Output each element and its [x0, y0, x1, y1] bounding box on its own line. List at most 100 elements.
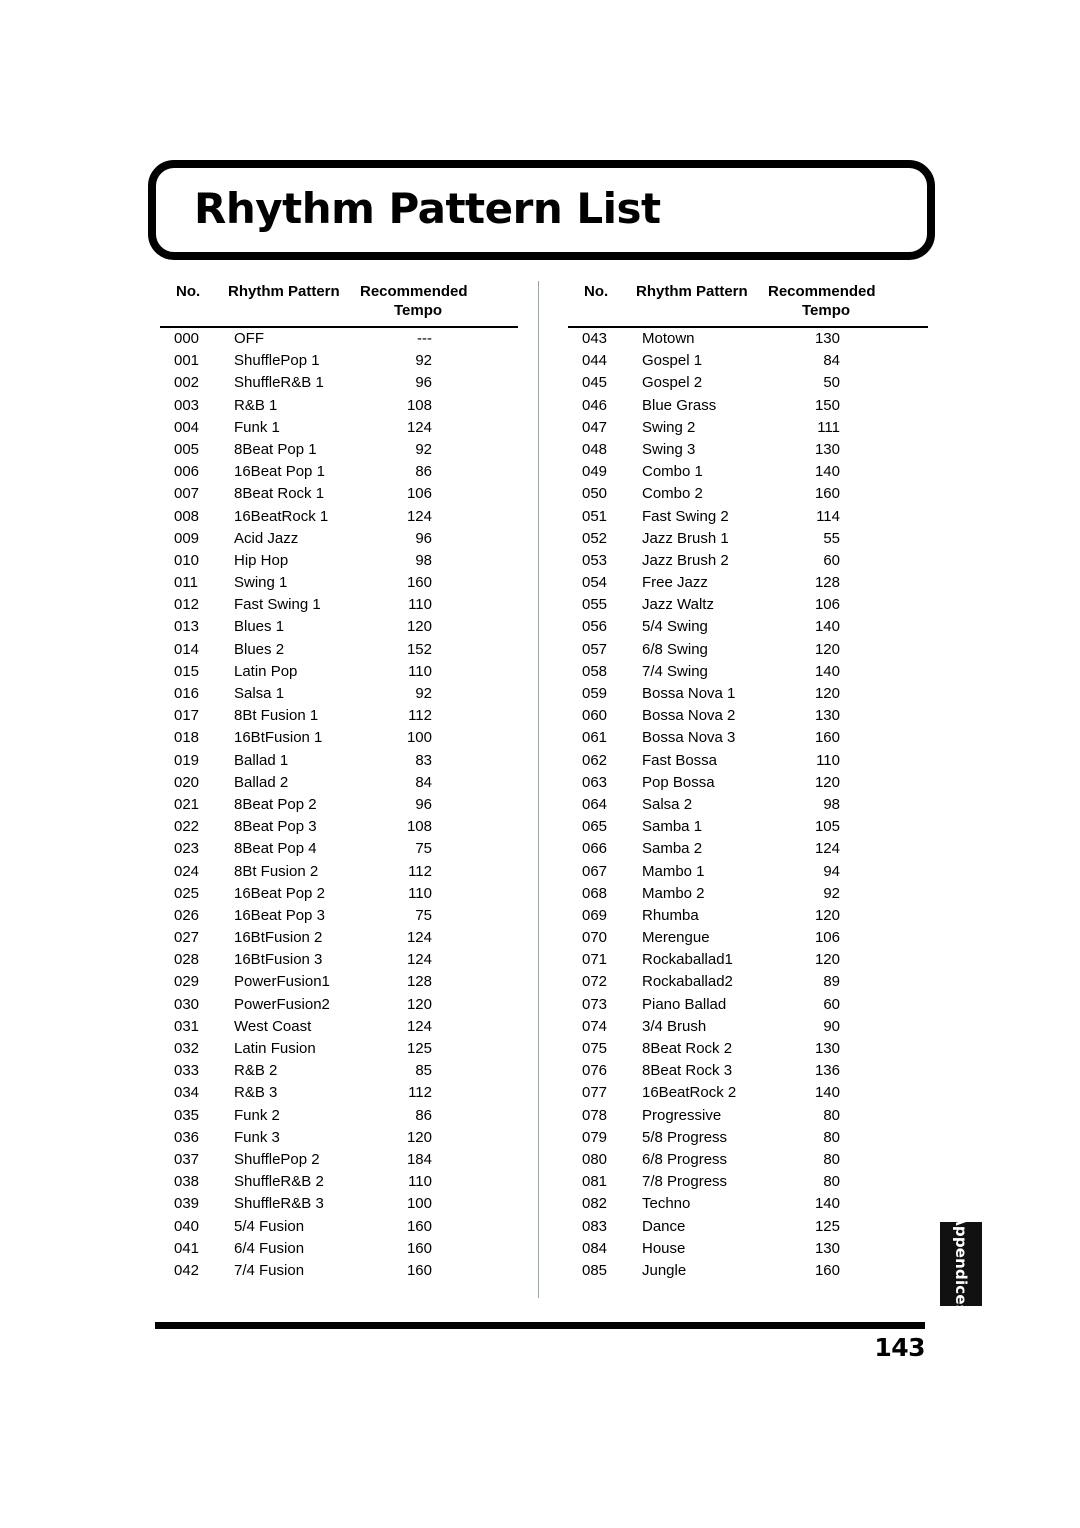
cell-number: 071	[582, 951, 608, 969]
cell-tempo: 120	[814, 685, 840, 702]
table-row: 080 6/8 Progress 80	[568, 1149, 928, 1171]
table-row: 013 Blues 1 120	[160, 616, 518, 638]
cell-tempo: 140	[814, 618, 840, 636]
cell-number: 001	[174, 352, 200, 370]
cell-pattern-name: Combo 1	[642, 463, 703, 481]
table-row: 021 8Beat Pop 2 96	[160, 794, 518, 816]
table-row: 057 6/8 Swing 120	[568, 639, 928, 661]
cell-tempo: 160	[406, 1217, 432, 1235]
table-row: 032 Latin Fusion 125	[160, 1038, 518, 1060]
table-row: 058 7/4 Swing 140	[568, 661, 928, 683]
table-row: 064 Salsa 2 98	[568, 794, 928, 816]
cell-number: 048	[582, 440, 608, 458]
table-row: 004 Funk 1 124	[160, 417, 518, 439]
header-no: No.	[176, 283, 201, 300]
table-row: 010 Hip Hop 98	[160, 550, 518, 572]
cell-pattern-name: 6/4 Fusion	[234, 1239, 305, 1257]
cell-tempo: 160	[406, 574, 432, 592]
table-row: 008 16BeatRock 1 124	[160, 506, 518, 528]
cell-number: 073	[582, 995, 608, 1013]
cell-number: 079	[582, 1128, 608, 1146]
cell-tempo: 108	[406, 396, 432, 414]
cell-number: 027	[174, 929, 200, 947]
cell-pattern-name: Rockaballad1	[642, 951, 733, 969]
table-row: 077 16BeatRock 2 140	[568, 1082, 928, 1104]
cell-pattern-name: Dance	[642, 1217, 686, 1235]
table-row: 025 16Beat Pop 2 110	[160, 883, 518, 905]
cell-tempo: 160	[814, 1261, 840, 1279]
cell-pattern-name: 8Bt Fusion 2	[234, 862, 319, 880]
cell-pattern-name: Latin Fusion	[234, 1040, 316, 1057]
cell-number: 046	[582, 396, 608, 414]
cell-number: 074	[582, 1017, 608, 1035]
cell-number: 038	[174, 1173, 200, 1191]
cell-tempo: 89	[823, 973, 840, 991]
cell-tempo: 106	[814, 929, 840, 947]
table-column-left: No. Rhythm Pattern Recommended Tempo 000…	[160, 281, 518, 1282]
cell-tempo: 128	[814, 574, 840, 592]
cell-pattern-name: Jazz Brush 1	[642, 529, 729, 547]
cell-number: 051	[582, 507, 608, 525]
table-row: 027 16BtFusion 2 124	[160, 927, 518, 949]
cell-pattern-name: House	[642, 1239, 686, 1257]
header-tempo-line2: Tempo	[801, 302, 851, 320]
table-body-right: 043 Motown 130 044 Gospel 1 84 045 Gospel 2 50 04…	[568, 328, 928, 1282]
table-row: 041 6/4 Fusion 160	[160, 1238, 518, 1260]
cell-tempo: 60	[823, 995, 840, 1013]
table-row: 084 House 130	[568, 1238, 928, 1260]
cell-tempo: 130	[814, 440, 840, 458]
cell-number: 055	[582, 596, 608, 614]
cell-number: 068	[582, 884, 608, 902]
cell-number: 081	[582, 1173, 608, 1191]
cell-number: 035	[174, 1106, 200, 1124]
cell-number: 025	[174, 884, 200, 902]
cell-tempo: 120	[814, 773, 840, 791]
cell-tempo: 60	[823, 551, 840, 569]
cell-number: 072	[582, 973, 608, 991]
table-row: 011 Swing 1 160	[160, 572, 518, 594]
cell-pattern-name: Rockaballad2	[642, 973, 733, 991]
cell-tempo: 184	[406, 1150, 432, 1168]
cell-pattern-name: Ballad 1	[234, 751, 289, 769]
cell-pattern-name: 16Beat Pop 3	[234, 906, 325, 924]
cell-number: 017	[174, 707, 200, 725]
cell-number: 056	[582, 618, 608, 636]
cell-tempo: 96	[415, 374, 432, 392]
cell-tempo: 110	[816, 751, 840, 769]
cell-pattern-name: R&B 3	[234, 1084, 278, 1102]
cell-tempo: 80	[823, 1150, 840, 1168]
cell-tempo: 90	[823, 1017, 840, 1035]
cell-number: 000	[174, 330, 200, 347]
cell-pattern-name: ShuffleR&B 2	[234, 1173, 324, 1191]
cell-number: 028	[174, 951, 200, 969]
cell-number: 026	[174, 906, 200, 924]
cell-tempo: 120	[814, 951, 840, 969]
table-row: 085 Jungle 160	[568, 1260, 928, 1282]
cell-pattern-name: Bossa Nova 3	[642, 729, 736, 747]
cell-number: 039	[174, 1195, 200, 1213]
table-row: 067 Mambo 1 94	[568, 861, 928, 883]
cell-number: 050	[582, 485, 608, 503]
cell-pattern-name: Combo 2	[642, 485, 703, 503]
cell-pattern-name: West Coast	[234, 1017, 312, 1035]
cell-pattern-name: 7/4 Swing	[642, 662, 708, 680]
cell-tempo: 112	[408, 862, 432, 880]
cell-number: 084	[582, 1239, 608, 1257]
table-row: 047 Swing 2 111	[568, 417, 928, 439]
cell-number: 037	[174, 1150, 200, 1168]
cell-tempo: 98	[415, 551, 432, 569]
table-row: 056 5/4 Swing 140	[568, 616, 928, 638]
cell-tempo: 112	[408, 1084, 432, 1102]
table-row: 048 Swing 3 130	[568, 439, 928, 461]
cell-number: 067	[582, 862, 608, 880]
cell-pattern-name: Swing 2	[642, 418, 696, 436]
cell-tempo: 80	[823, 1128, 840, 1146]
header-tempo-line1: Recommended	[768, 283, 876, 300]
cell-tempo: 128	[406, 973, 432, 991]
table-row: 001 ShufflePop 1 92	[160, 350, 518, 372]
cell-pattern-name: 16BeatRock 1	[234, 507, 329, 525]
cell-number: 059	[582, 685, 608, 702]
cell-tempo: 94	[823, 862, 840, 880]
cell-pattern-name: 8Beat Rock 2	[642, 1040, 733, 1057]
cell-tempo: 150	[814, 396, 840, 414]
